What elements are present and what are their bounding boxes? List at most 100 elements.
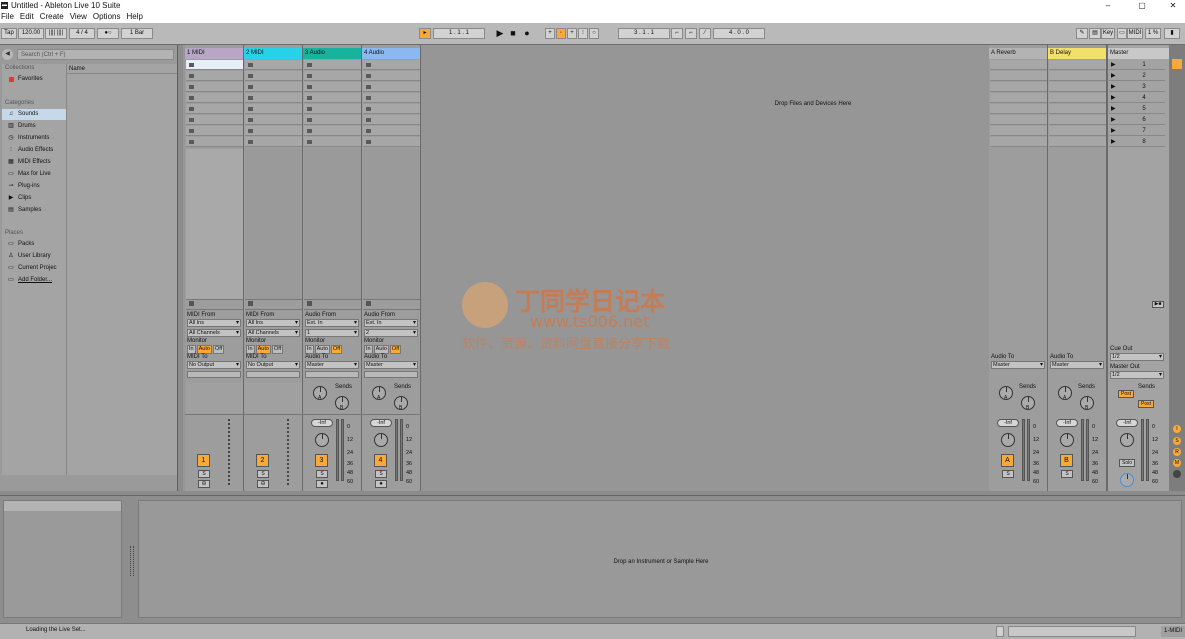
pan-knob[interactable]	[1060, 433, 1074, 447]
clip-slot[interactable]	[304, 104, 361, 114]
computer-keyboard-icon[interactable]: ▤	[1089, 28, 1101, 39]
scene-launch[interactable]: ▶ 7	[1109, 126, 1165, 136]
monitor-off-button[interactable]: Off	[389, 345, 402, 354]
solo-button[interactable]: S	[1002, 470, 1014, 478]
sidebar-item-max-for-live[interactable]: ▭ Max for Live	[2, 169, 66, 180]
arrangement-position-field[interactable]: 1 . 1 . 1	[433, 28, 485, 39]
solo-cue-button[interactable]: Solo	[1119, 459, 1135, 467]
clip-stop-icon[interactable]	[307, 74, 312, 78]
input-source-dropdown[interactable]: All Ins	[187, 319, 241, 327]
clip-stop-icon[interactable]	[366, 118, 371, 122]
clip-slot[interactable]	[186, 82, 243, 92]
output-dropdown[interactable]: Master	[364, 361, 418, 369]
scene-launch[interactable]: ▶ 6	[1109, 115, 1165, 125]
post-button-b[interactable]: Post	[1138, 400, 1154, 408]
clip-stop-icon[interactable]	[189, 129, 194, 133]
arm-button[interactable]: ⊖	[198, 480, 210, 488]
track-header[interactable]: 4 Audio	[362, 48, 420, 59]
clip-slot[interactable]	[304, 60, 361, 70]
monitor-off-button[interactable]: Off	[330, 345, 343, 354]
clip-slot[interactable]	[245, 126, 302, 136]
pan-knob[interactable]	[1001, 433, 1015, 447]
clip-stop-icon[interactable]	[307, 107, 312, 111]
scene-play-icon[interactable]: ▶	[1111, 71, 1116, 81]
volume-field[interactable]: -Inf	[370, 419, 392, 427]
sidebar-item-current-project[interactable]: ▭ Current Projec	[2, 263, 66, 274]
re-enable-automation-icon[interactable]: +	[567, 28, 577, 39]
input-source-dropdown[interactable]: Ext. In	[305, 319, 359, 327]
menu-view[interactable]: View	[67, 11, 90, 23]
master-header[interactable]: Master	[1108, 48, 1170, 59]
scene-play-icon[interactable]: ▶	[1111, 137, 1116, 147]
track-activator-button[interactable]: 2	[256, 454, 269, 467]
clip-stop-icon[interactable]	[366, 140, 371, 144]
tempo-field[interactable]: 120.00	[18, 28, 44, 39]
volume-field[interactable]: -Inf	[1116, 419, 1138, 427]
scene-launch[interactable]: ▶ 5	[1109, 104, 1165, 114]
volume-field[interactable]: -Inf	[1056, 419, 1078, 427]
stop-all-clips-button[interactable]: ▶■	[1152, 301, 1164, 308]
output-dropdown[interactable]: Master	[305, 361, 359, 369]
clip-stop-icon[interactable]	[366, 96, 371, 100]
solo-button[interactable]: S	[257, 470, 269, 478]
menu-help[interactable]: Help	[123, 11, 145, 23]
scene-play-icon[interactable]: ▶	[1111, 126, 1116, 136]
clip-slot[interactable]	[186, 93, 243, 103]
stop-icon[interactable]: ■	[507, 28, 519, 39]
key-map-button[interactable]: Key	[1101, 28, 1115, 39]
clip-stop-icon[interactable]	[307, 63, 312, 67]
clip-slot[interactable]	[245, 115, 302, 125]
clip-slot[interactable]	[363, 137, 420, 147]
input-source-dropdown[interactable]: Ext. In	[364, 319, 418, 327]
io-section-dot[interactable]: I	[1173, 425, 1181, 433]
track-header[interactable]: 1 MIDI	[185, 48, 243, 59]
scene-launch[interactable]: ▶ 1	[1109, 60, 1165, 70]
menu-file[interactable]: File	[0, 11, 17, 23]
track-stop-icon[interactable]	[366, 301, 371, 306]
clip-stop-icon[interactable]	[248, 107, 253, 111]
return-header[interactable]: A Reverb	[989, 48, 1047, 59]
sidebar-item-samples[interactable]: ▤ Samples	[2, 205, 66, 216]
clip-stop-icon[interactable]	[248, 74, 253, 78]
clip-slot[interactable]	[363, 71, 420, 81]
master-out-dropdown[interactable]: 1/2	[1110, 371, 1164, 379]
loop-start-field[interactable]: 3 . 1 . 1	[618, 28, 670, 39]
clip-slot[interactable]	[186, 71, 243, 81]
clip-stop-icon[interactable]	[248, 63, 253, 67]
cue-out-dropdown[interactable]: 1/2	[1110, 353, 1164, 361]
clip-slot[interactable]	[245, 60, 302, 70]
post-button-a[interactable]: Post	[1118, 390, 1134, 398]
time-signature-field[interactable]: 4 / 4	[69, 28, 95, 39]
track-stop-icon[interactable]	[248, 301, 253, 306]
solo-button[interactable]: S	[316, 470, 328, 478]
track-stop-icon[interactable]	[307, 301, 312, 306]
clip-slot[interactable]	[186, 126, 243, 136]
clip-stop-icon[interactable]	[189, 96, 194, 100]
sidebar-item-favorites[interactable]: Favorites	[2, 74, 66, 85]
clip-stop-icon[interactable]	[248, 140, 253, 144]
input-channel-dropdown[interactable]: All Channels	[187, 329, 241, 337]
track-header[interactable]: 2 MIDI	[244, 48, 302, 59]
volume-field[interactable]: -Inf	[311, 419, 333, 427]
menu-create[interactable]: Create	[37, 11, 67, 23]
midi-map-icon[interactable]: ▭	[1117, 28, 1127, 39]
clip-stop-icon[interactable]	[366, 63, 371, 67]
input-channel-dropdown[interactable]: 1	[305, 329, 359, 337]
track-activator-button[interactable]: 4	[374, 454, 387, 467]
scene-launch[interactable]: ▶ 2	[1109, 71, 1165, 81]
clip-slot[interactable]	[363, 126, 420, 136]
returns-section-dot[interactable]: R	[1173, 448, 1181, 456]
clip-stop-icon[interactable]	[307, 129, 312, 133]
clip-slot[interactable]	[245, 71, 302, 81]
clip-slot[interactable]	[363, 82, 420, 92]
minimize-icon[interactable]: –	[1096, 0, 1120, 11]
clip-stop-icon[interactable]	[248, 118, 253, 122]
session-record-icon[interactable]: ○	[589, 28, 599, 39]
clip-slot[interactable]	[363, 104, 420, 114]
pan-knob[interactable]	[315, 433, 329, 447]
sidebar-item-instruments[interactable]: ◷ Instruments	[2, 133, 66, 144]
arm-button[interactable]: ●	[375, 480, 387, 488]
clip-slot[interactable]	[245, 93, 302, 103]
clip-slot[interactable]	[363, 93, 420, 103]
mixer-section-dot[interactable]: M	[1173, 459, 1181, 467]
